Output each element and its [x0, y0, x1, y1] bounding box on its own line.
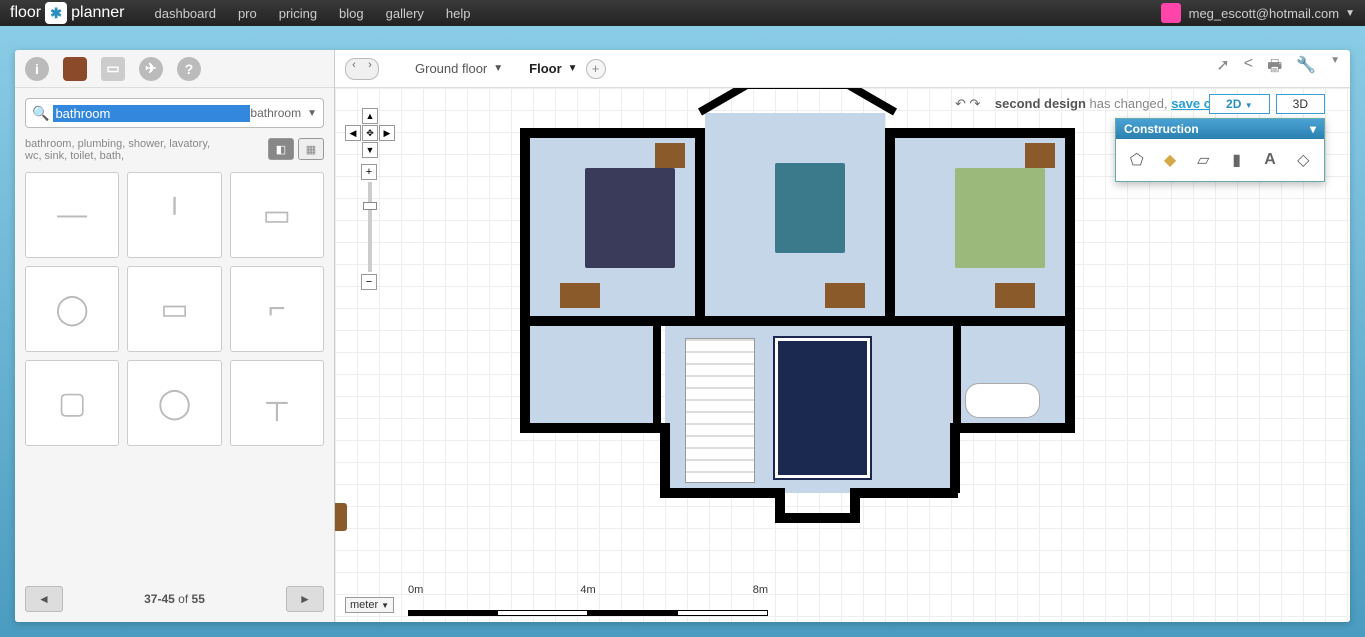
chevron-down-icon: ▼ [1345, 8, 1355, 19]
info-icon[interactable]: i [25, 57, 49, 81]
tool-wall[interactable]: ◆ [1157, 147, 1182, 173]
tool-surface[interactable]: ▱ [1191, 147, 1216, 173]
tool-room[interactable]: ⬠ [1124, 147, 1149, 173]
nav-dashboard[interactable]: dashboard [155, 6, 216, 21]
search-input[interactable] [53, 105, 250, 122]
nav-gallery[interactable]: gallery [386, 6, 424, 21]
item-drain[interactable]: ― [25, 172, 119, 258]
view-mode-toggle: 2D ▼ 3D [1209, 94, 1325, 114]
chevron-down-icon[interactable]: ▾ [1310, 122, 1316, 136]
chevron-down-icon[interactable]: ▼ [1330, 55, 1340, 82]
item-bathtub-2[interactable]: ▭ [127, 266, 221, 352]
pan-zoom-controls: ▲ ◀ ✥ ▶ ▼ + − [345, 108, 395, 290]
view-3d-button[interactable]: ◧ [268, 138, 294, 160]
view-2d-button[interactable]: 2D ▼ [1209, 94, 1270, 114]
search-box: 🔍 bathroom ▼ [25, 98, 324, 128]
media-icon[interactable]: ▭ [101, 57, 125, 81]
search-tags: bathroom, plumbing, shower, lavatory, wc… [25, 138, 225, 162]
item-shower-fixture[interactable]: ╵ [127, 172, 221, 258]
redo-icon[interactable]: ↷ [970, 96, 981, 111]
user-menu[interactable]: meg_escott@hotmail.com ▼ [1161, 3, 1355, 23]
zoom-slider[interactable] [368, 182, 372, 272]
pan-center[interactable]: ✥ [362, 125, 378, 141]
item-urinal[interactable]: ◯ [127, 360, 221, 446]
logo-icon: ✱ [45, 2, 67, 24]
settings-icon[interactable]: 🔧 [1296, 55, 1316, 82]
ground-floor-dropdown[interactable]: Ground floor▼ [415, 61, 503, 76]
item-sink-pedestal[interactable]: ┬ [230, 360, 324, 446]
logo[interactable]: floor ✱ planner [10, 2, 125, 24]
sidebar-toolbar: i ▭ ✈ ? [15, 50, 334, 88]
zoom-thumb[interactable] [363, 202, 377, 210]
pan-left[interactable]: ◀ [345, 125, 361, 141]
nav-pricing[interactable]: pricing [279, 6, 317, 21]
item-bathtub-oval[interactable]: ◯ [25, 266, 119, 352]
zoom-in-button[interactable]: + [361, 164, 377, 180]
add-floor-button[interactable]: + [586, 59, 606, 79]
tool-text[interactable]: A [1257, 147, 1282, 173]
tool-door[interactable]: ▮ [1224, 147, 1249, 173]
search-filter-dropdown[interactable]: bathroom ▼ [250, 106, 317, 120]
logo-text-left: floor [10, 4, 41, 22]
item-bathtub-1[interactable]: ▭ [230, 172, 324, 258]
print-icon[interactable]: 🖶 [1267, 55, 1282, 82]
avatar [1161, 3, 1181, 23]
furniture-icon[interactable] [63, 57, 87, 81]
export-icon[interactable]: ➚ [1216, 55, 1229, 82]
pager-status: 37-45 of 55 [144, 592, 205, 606]
nav-help[interactable]: help [446, 6, 471, 21]
floor-dropdown[interactable]: Floor▼ [529, 61, 577, 76]
unit-dropdown[interactable]: meter▼ [345, 597, 394, 613]
chevron-down-icon: ▼ [307, 108, 317, 119]
pan-up[interactable]: ▲ [362, 108, 378, 124]
floorplan-canvas[interactable]: ↶ ↷ second design has changed, save chan… [335, 88, 1350, 622]
construction-panel: Construction ▾ ⬠ ◆ ▱ ▮ A ◇ [1115, 118, 1325, 182]
view-3d-button[interactable]: 3D [1276, 94, 1325, 114]
search-icon: 🔍 [32, 105, 49, 122]
pan-right[interactable]: ▶ [379, 125, 395, 141]
nav-blog[interactable]: blog [339, 6, 364, 21]
pager-prev-button[interactable]: ◄ [25, 586, 63, 612]
item-mirror[interactable]: ▢ [25, 360, 119, 446]
undo-icon[interactable]: ↶ [955, 96, 966, 111]
furniture-grid: ― ╵ ▭ ◯ ▭ ⌐ ▢ ◯ ┬ [15, 162, 334, 456]
canvas-area: ‹› Ground floor▼ Floor▼ + ➚ < 🖶 🔧 ▼ ↶ ↷ … [335, 50, 1350, 622]
help-icon[interactable]: ? [177, 57, 201, 81]
nav-pro[interactable]: pro [238, 6, 257, 21]
share-icon[interactable]: < [1244, 55, 1253, 82]
top-navbar: floor ✱ planner dashboard pro pricing bl… [0, 0, 1365, 26]
pager-next-button[interactable]: ► [286, 586, 324, 612]
item-shower-head[interactable]: ⌐ [230, 266, 324, 352]
construction-title: Construction [1124, 122, 1199, 136]
logo-text-right: planner [71, 4, 124, 22]
globe-icon[interactable]: ✈ [139, 57, 163, 81]
pan-down[interactable]: ▼ [362, 142, 378, 158]
pager: ◄ 37-45 of 55 ► [15, 576, 334, 622]
canvas-toolbar: ‹› Ground floor▼ Floor▼ + ➚ < 🖶 🔧 ▼ [335, 50, 1350, 88]
view-2d-button[interactable]: ▦ [298, 138, 324, 160]
scale-bar: meter▼ 0m 4m 8m [345, 594, 768, 616]
history-nav[interactable]: ‹› [345, 58, 379, 80]
zoom-out-button[interactable]: − [361, 274, 377, 290]
sidebar: i ▭ ✈ ? 🔍 bathroom ▼ bathroom, plumbing,… [15, 50, 335, 622]
user-email: meg_escott@hotmail.com [1189, 6, 1339, 21]
tool-dimension[interactable]: ◇ [1291, 147, 1316, 173]
